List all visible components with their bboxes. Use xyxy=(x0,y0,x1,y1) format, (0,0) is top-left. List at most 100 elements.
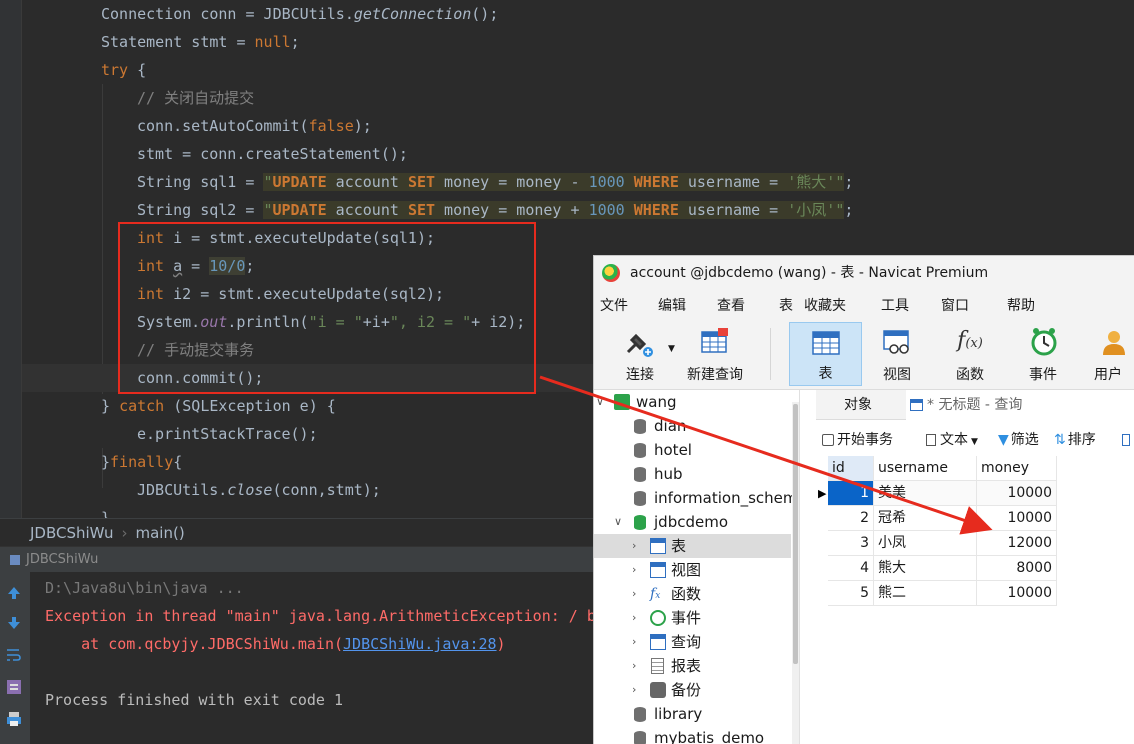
navigation-tree[interactable]: ∨ wang dian hotel hub information_schema… xyxy=(594,390,800,744)
grid-cell-username[interactable]: 美美 xyxy=(874,481,977,506)
tree-db-mybatis-demo[interactable]: mybatis_demo xyxy=(594,726,791,744)
grid-cell-username[interactable]: 小凤 xyxy=(874,531,977,556)
chevron-right-icon[interactable]: › xyxy=(632,654,636,678)
menu-edit[interactable]: 编辑 xyxy=(658,295,686,315)
grid-cell-id[interactable]: 4 xyxy=(828,556,874,581)
column-header-username[interactable]: username xyxy=(874,456,977,481)
tree-item-functions[interactable]: › fx 函数 xyxy=(594,582,791,606)
chevron-right-icon[interactable]: › xyxy=(632,630,636,654)
tree-connection-wang[interactable]: ∨ wang xyxy=(594,390,791,414)
user-button[interactable]: 用户 xyxy=(1086,322,1134,386)
database-icon xyxy=(634,443,646,458)
soft-wrap-icon[interactable] xyxy=(3,644,25,666)
chevron-down-icon[interactable]: ∨ xyxy=(596,390,604,414)
column-header-money[interactable]: money xyxy=(977,456,1057,481)
import-icon[interactable] xyxy=(1122,428,1130,452)
filter-button[interactable]: ▼ 筛选 xyxy=(998,428,1039,452)
print-icon[interactable] xyxy=(3,708,25,730)
code-line[interactable]: } xyxy=(22,504,110,518)
table-button[interactable]: 表 xyxy=(789,322,862,386)
grid-cell-money[interactable]: 10000 xyxy=(977,581,1057,606)
chevron-right-icon[interactable]: › xyxy=(632,582,636,606)
grid-cell-id[interactable]: 2 xyxy=(828,506,874,531)
chevron-down-icon[interactable]: ∨ xyxy=(614,510,622,534)
code-line[interactable]: e.printStackTrace(); xyxy=(22,420,318,448)
column-header-id[interactable]: id xyxy=(828,456,874,481)
code-line[interactable]: try { xyxy=(22,56,146,84)
chevron-right-icon[interactable]: › xyxy=(632,558,636,582)
tree-db-hub[interactable]: hub xyxy=(594,462,791,486)
data-grid[interactable]: id username money ▶ 1 美美 10000 2 冠希 10000 3 小凤 12… xyxy=(816,456,1134,616)
grid-cell-money[interactable]: 10000 xyxy=(977,481,1057,506)
grid-cell-id[interactable]: 5 xyxy=(828,581,874,606)
code-token: false xyxy=(308,117,354,135)
grid-cell-money[interactable]: 12000 xyxy=(977,531,1057,556)
code-line[interactable]: String sql2 = " UPDATE account SET money … xyxy=(22,196,853,224)
tree-item-events[interactable]: › 事件 xyxy=(594,606,791,630)
event-label: 事件 xyxy=(1029,367,1057,383)
grid-cell-username[interactable]: 熊二 xyxy=(874,581,977,606)
scroll-to-end-icon[interactable] xyxy=(3,676,25,698)
menu-help[interactable]: 帮助 xyxy=(1007,295,1035,315)
dropdown-arrow-icon[interactable]: ▼ xyxy=(668,344,675,354)
grid-cell-username[interactable]: 熊大 xyxy=(874,556,977,581)
tree-item-queries[interactable]: › 查询 xyxy=(594,630,791,654)
code-line[interactable]: conn.setAutoCommit(false); xyxy=(22,112,372,140)
tree-db-information-schema[interactable]: information_schema xyxy=(594,486,799,510)
navicat-title-bar[interactable]: account @jdbcdemo (wang) - 表 - Navicat P… xyxy=(594,256,1134,290)
menu-table[interactable]: 表 xyxy=(779,295,793,315)
code-token: UPDATE xyxy=(272,173,327,191)
sort-button[interactable]: ⇅ 排序 xyxy=(1054,428,1096,452)
code-line[interactable]: String sql1 = " UPDATE account SET money … xyxy=(22,168,853,196)
tree-label: 查询 xyxy=(671,633,702,651)
tab-untitled-query[interactable]: * 无标题 - 查询 xyxy=(906,390,1134,420)
trace-source-link[interactable]: JDBCShiWu.java:28 xyxy=(343,635,497,653)
grid-cell-money[interactable]: 8000 xyxy=(977,556,1057,581)
arrow-down-icon[interactable] xyxy=(3,612,25,634)
tree-db-jdbcdemo[interactable]: ∨ jdbcdemo xyxy=(594,510,791,534)
tree-item-reports[interactable]: › 报表 xyxy=(594,654,791,678)
code-line[interactable]: Statement stmt = null; xyxy=(22,28,300,56)
code-line[interactable]: // 关闭自动提交 xyxy=(22,84,254,112)
menu-window[interactable]: 窗口 xyxy=(941,295,969,315)
code-token: // 关闭自动提交 xyxy=(137,89,255,107)
code-line[interactable]: }finally{ xyxy=(22,448,182,476)
menu-favorites[interactable]: 收藏夹 xyxy=(804,295,846,315)
tree-item-views[interactable]: › 视图 xyxy=(594,558,791,582)
grid-cell-money[interactable]: 10000 xyxy=(977,506,1057,531)
code-line[interactable]: stmt = conn.createStatement(); xyxy=(22,140,408,168)
code-line[interactable]: } catch (SQLException e) { xyxy=(22,392,336,420)
text-button[interactable]: 文本 ▼ xyxy=(926,428,978,452)
menu-file[interactable]: 文件 xyxy=(600,295,628,315)
scrollbar-thumb[interactable] xyxy=(793,404,798,664)
tree-scrollbar[interactable] xyxy=(792,402,799,744)
tab-objects[interactable]: 对象 xyxy=(844,390,872,420)
grid-cell-id[interactable]: 3 xyxy=(828,531,874,556)
tree-db-library[interactable]: library xyxy=(594,702,791,726)
menu-tools[interactable]: 工具 xyxy=(881,295,909,315)
arrow-up-icon[interactable] xyxy=(3,582,25,604)
tree-item-backups[interactable]: › 备份 xyxy=(594,678,791,702)
table-icon xyxy=(812,331,840,355)
begin-transaction-button[interactable]: 开始事务 xyxy=(822,428,893,452)
view-button[interactable]: 视图 xyxy=(864,322,930,386)
tree-db-hotel[interactable]: hotel xyxy=(594,438,791,462)
code-line[interactable]: JDBCUtils.close(conn,stmt); xyxy=(22,476,381,504)
connect-button[interactable]: 连接 xyxy=(614,322,666,386)
menu-view[interactable]: 查看 xyxy=(717,295,745,315)
splitter[interactable] xyxy=(800,390,816,744)
grid-cell-username[interactable]: 冠希 xyxy=(874,506,977,531)
breadcrumb-class[interactable]: JDBCShiWu xyxy=(30,524,113,542)
chevron-right-icon[interactable]: › xyxy=(632,678,636,702)
grid-cell-id[interactable]: 1 xyxy=(828,481,874,506)
chevron-right-icon[interactable]: › xyxy=(632,534,636,558)
new-query-button[interactable]: 新建查询 xyxy=(682,322,748,386)
tree-db-dian[interactable]: dian xyxy=(594,414,791,438)
breadcrumb-method[interactable]: main() xyxy=(135,524,184,542)
code-line[interactable]: Connection conn = JDBCUtils.getConnectio… xyxy=(22,0,498,28)
navicat-window[interactable]: account @jdbcdemo (wang) - 表 - Navicat P… xyxy=(593,255,1134,744)
function-button[interactable]: f(x) 函数 xyxy=(937,322,1003,386)
event-button[interactable]: 事件 xyxy=(1010,322,1076,386)
tree-item-tables[interactable]: › 表 xyxy=(594,534,791,558)
chevron-right-icon[interactable]: › xyxy=(632,606,636,630)
